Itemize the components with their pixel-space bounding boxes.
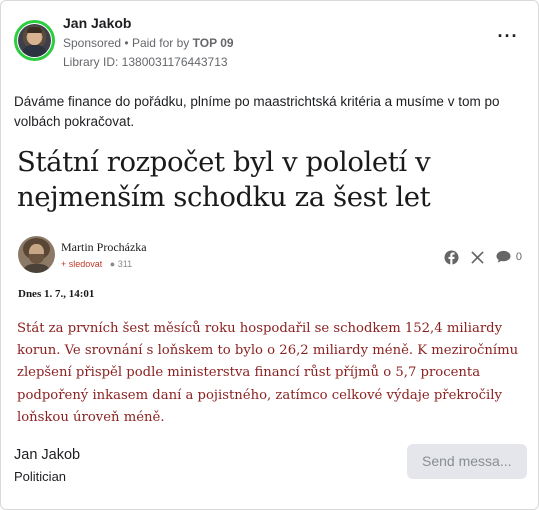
profile-avatar[interactable] <box>14 20 55 61</box>
article-screenshot[interactable]: Státní rozpočet byl v pololetí v nejmenš… <box>14 143 526 428</box>
send-message-button[interactable]: Send messa... <box>407 444 527 479</box>
more-options-button[interactable]: ··· <box>497 27 519 46</box>
article-author-name: Martin Procházka <box>61 240 147 254</box>
avatar-image <box>18 24 51 57</box>
library-id: Library ID: 1380031176443713 <box>63 55 228 69</box>
sponsored-line: Sponsored • Paid for by TOP 09 <box>63 36 234 50</box>
follow-row: + sledovat ● 311 <box>61 259 132 269</box>
comment-icon <box>496 249 512 265</box>
ad-card: Jan Jakob Sponsored • Paid for by TOP 09… <box>0 0 539 510</box>
post-header: Jan Jakob Sponsored • Paid for by TOP 09… <box>14 14 525 74</box>
share-icons: 0 <box>444 247 522 267</box>
sponsored-label: Sponsored <box>63 36 122 50</box>
separator: • <box>124 36 129 50</box>
x-icon <box>470 249 486 265</box>
paid-for-by-label: Paid for by <box>131 36 190 50</box>
follow-label: + sledovat <box>61 259 103 269</box>
article-date: Dnes 1. 7., 14:01 <box>18 288 95 300</box>
followers-count: 311 <box>117 259 133 269</box>
article-lead: Stát za prvních šest měsíců roku hospoda… <box>17 321 519 425</box>
article-headline: Státní rozpočet byl v pololetí v nejmenš… <box>17 146 431 213</box>
payer-name[interactable]: TOP 09 <box>193 36 234 50</box>
comment-count: 0 <box>515 251 522 263</box>
footer-name: Jan Jakob <box>14 447 81 463</box>
more-horizontal-icon: ··· <box>497 26 519 46</box>
article-author-photo <box>18 236 55 273</box>
facebook-icon <box>444 249 460 265</box>
footer-role: Politician <box>14 469 67 484</box>
author-name[interactable]: Jan Jakob <box>63 15 131 31</box>
post-text: Dáváme finance do pořádku, plníme po maa… <box>14 94 500 129</box>
person-icon: ● <box>109 259 116 269</box>
